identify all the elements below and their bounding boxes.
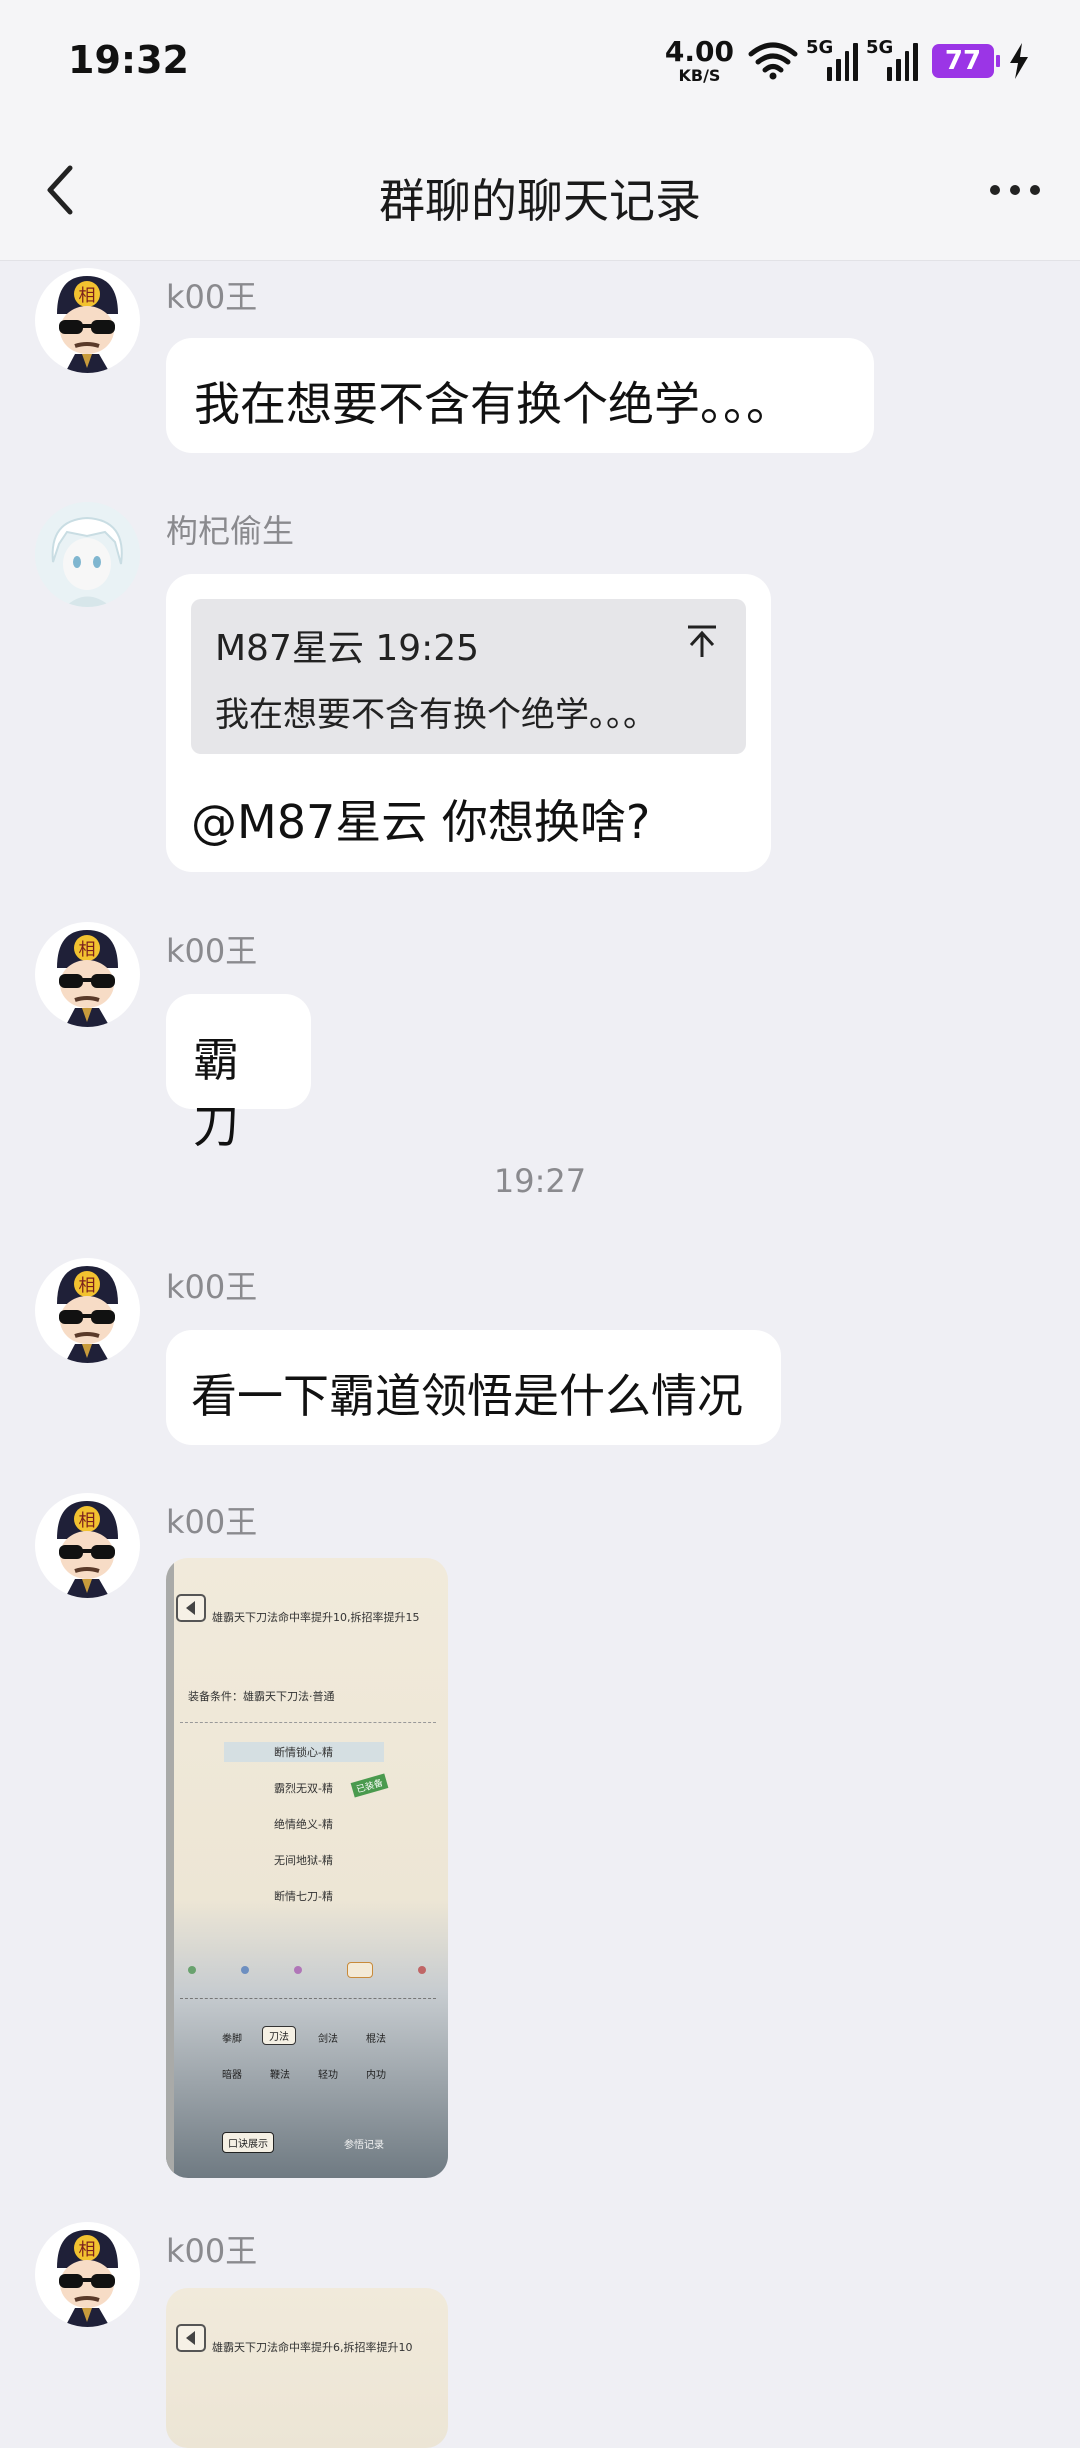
skill-item: 无间地狱-精 <box>274 1854 333 1867</box>
wifi-icon <box>748 42 798 80</box>
game-back-icon <box>176 1594 206 1622</box>
signal-icon-sim1: 5G <box>806 37 858 81</box>
svg-text:相: 相 <box>79 1511 96 1531</box>
net-speed-unit: KB/S <box>678 66 721 85</box>
quoted-text: 我在想要不含有换个绝学。。。 <box>215 695 657 735</box>
avatar-k00[interactable]: 相 <box>35 922 140 1027</box>
sim1-label: 5G <box>806 37 834 58</box>
sender-name: k00王 <box>166 1268 258 1306</box>
game-button: 口诀展示 <box>222 2132 274 2153</box>
svg-text:相: 相 <box>79 2240 96 2260</box>
skill-item: 断情七刀-精 <box>274 1890 333 1903</box>
net-speed-value: 4.00 <box>664 35 734 68</box>
sim2-label: 5G <box>866 37 894 58</box>
tab-item: 轻功 <box>318 2070 338 2081</box>
message-bubble[interactable]: 霸刀 <box>166 994 311 1153</box>
page-title: 群聊的聊天记录 <box>379 174 701 228</box>
sender-name: k00王 <box>166 932 258 970</box>
time-divider: 19:27 <box>493 1162 587 1200</box>
tab-item: 内功 <box>366 2070 386 2081</box>
message-text: 霸刀 <box>193 1033 239 1153</box>
tab-item-active: 刀法 <box>262 2026 296 2045</box>
svg-text:相: 相 <box>79 940 96 960</box>
sender-name: 枸杞偷生 <box>166 512 295 550</box>
message-text: 我在想要不含有换个绝学。。。 <box>194 377 792 431</box>
network-speed: 4.00 KB/S <box>665 38 734 84</box>
tab-item: 棍法 <box>366 2034 386 2045</box>
tab-item: 拳脚 <box>222 2034 242 2045</box>
message-bubble[interactable]: 看一下霸道领悟是什么情况 <box>166 1330 781 1445</box>
image-title: 雄霸天下刀法命中率提升6,拆招率提升10 <box>212 2341 413 2354</box>
signal-icon-sim2: 5G <box>866 37 918 81</box>
avatar-k00[interactable]: 相 <box>35 2222 140 2327</box>
tab-item: 暗器 <box>222 2070 242 2081</box>
svg-text:相: 相 <box>79 1276 96 1296</box>
svg-text:相: 相 <box>79 286 96 306</box>
game-back-icon <box>176 2324 206 2352</box>
quoted-sender-time: M87星云 19:25 <box>215 628 480 669</box>
charging-icon <box>1010 43 1028 79</box>
avatar-gouqi[interactable] <box>35 502 140 607</box>
avatar-k00[interactable]: 相 <box>35 1258 140 1363</box>
avatar-k00[interactable]: 相 <box>35 1493 140 1598</box>
battery-icon: 77 <box>932 44 1000 78</box>
image-message[interactable]: 雄霸天下刀法命中率提升10,拆招率提升15 装备条件：雄霸天下刀法·普通 断情锁… <box>166 1558 448 2178</box>
message-text: @M87星云 你想换啥? <box>191 795 651 849</box>
skill-item: 绝情绝义-精 <box>274 1818 333 1831</box>
message-bubble[interactable]: 我在想要不含有换个绝学。。。 <box>166 338 874 453</box>
sender-name: k00王 <box>166 1503 258 1541</box>
clock: 19:32 <box>68 38 189 82</box>
jump-to-top-icon[interactable] <box>682 621 722 661</box>
equipped-badge: 已装备 <box>350 1773 389 1798</box>
status-bar: 19:32 4.00 KB/S 5G 5G 77 <box>0 0 1080 125</box>
image-condition: 装备条件：雄霸天下刀法·普通 <box>188 1690 335 1703</box>
element-dots <box>188 1962 426 1978</box>
nav-header: 群聊的聊天记录 <box>0 125 1080 261</box>
skill-item: 霸烈无双-精 <box>274 1782 333 1795</box>
tab-item: 剑法 <box>318 2034 338 2045</box>
more-options-icon[interactable] <box>990 185 1040 195</box>
skill-item: 断情锁心-精 <box>274 1746 333 1759</box>
image-title: 雄霸天下刀法命中率提升10,拆招率提升15 <box>212 1611 420 1624</box>
sender-name: k00王 <box>166 2232 258 2270</box>
message-text: 看一下霸道领悟是什么情况 <box>191 1369 743 1423</box>
game-button: 参悟记录 <box>344 2140 384 2151</box>
quoted-message[interactable]: M87星云 19:25 我在想要不含有换个绝学。。。 <box>191 599 746 754</box>
avatar-k00[interactable]: 相 <box>35 268 140 373</box>
sender-name: k00王 <box>166 278 258 316</box>
message-bubble-reply[interactable]: M87星云 19:25 我在想要不含有换个绝学。。。 @M87星云 你想换啥? <box>166 574 771 872</box>
tab-item: 鞭法 <box>270 2070 290 2081</box>
battery-level: 77 <box>944 46 982 76</box>
image-message[interactable]: 雄霸天下刀法命中率提升6,拆招率提升10 <box>166 2288 448 2448</box>
